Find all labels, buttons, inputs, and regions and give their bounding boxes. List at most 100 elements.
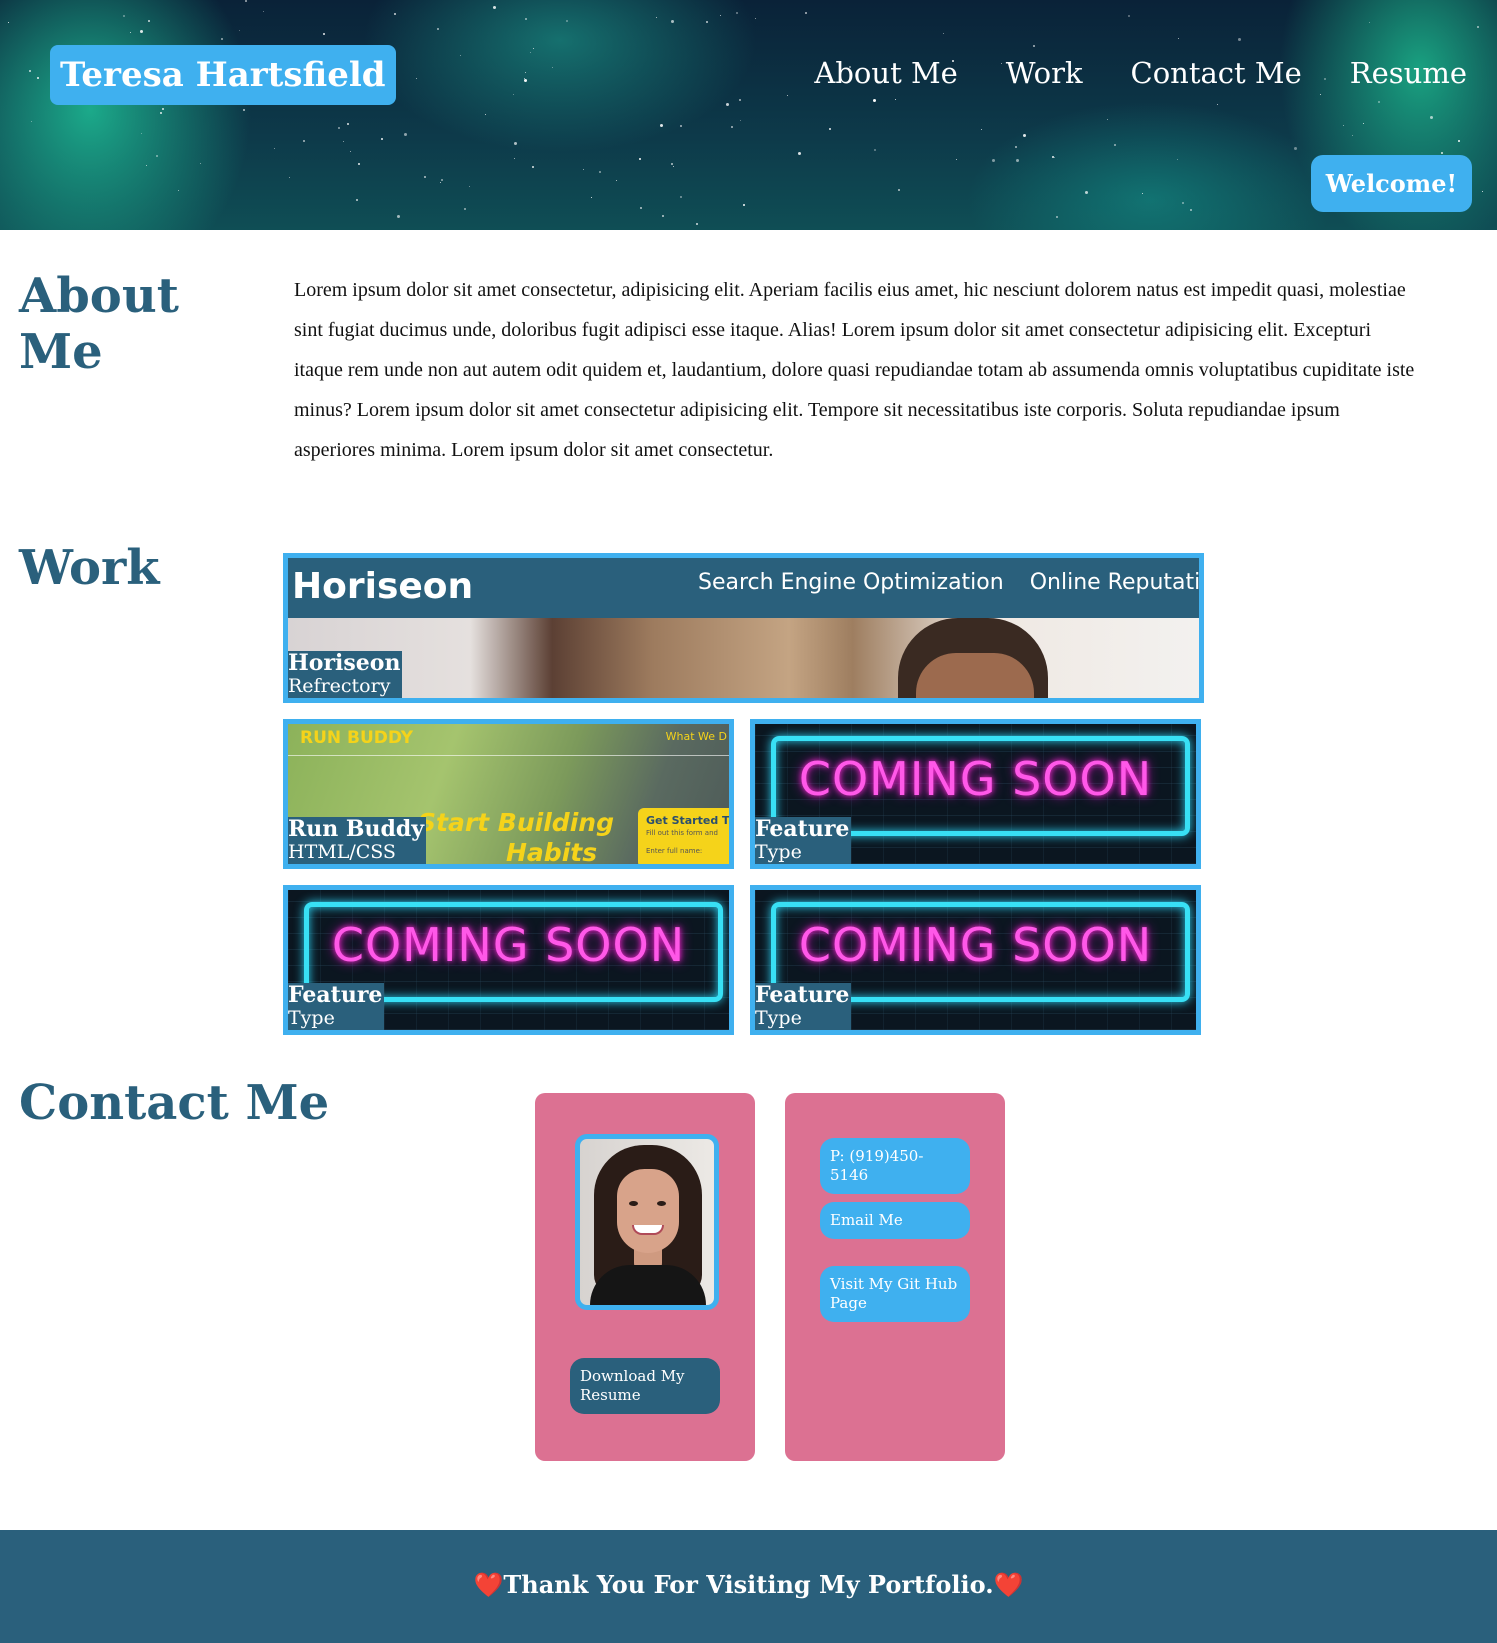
project-tile-feature-1[interactable]: COMING SOON Feature Type: [750, 719, 1201, 869]
star: [1178, 38, 1180, 40]
star: [380, 138, 383, 141]
star: [679, 124, 682, 127]
project-name: Feature: [288, 982, 383, 1008]
photo-face: [617, 1169, 679, 1253]
project-name: Horiseon: [288, 650, 401, 676]
star: [1177, 159, 1179, 161]
about-heading-line2: Me: [19, 324, 103, 380]
star: [1482, 190, 1484, 192]
project-type: Refrectory: [288, 675, 391, 697]
footer-text: Thank You For Visiting My Portfolio.: [503, 1570, 994, 1599]
welcome-badge: Welcome!: [1310, 155, 1472, 212]
project-name: Feature: [755, 982, 850, 1008]
star: [725, 103, 729, 107]
nav-link-about[interactable]: About Me: [814, 56, 957, 90]
horiseon-screenshot-nav-item: Search Engine Optimization: [698, 570, 1004, 595]
star: [525, 18, 528, 21]
star: [638, 157, 641, 160]
star: [415, 77, 417, 79]
horiseon-hero-face: [916, 653, 1034, 698]
project-label: Feature Type: [288, 982, 385, 1030]
star: [616, 180, 618, 182]
star: [162, 107, 165, 110]
star: [357, 162, 360, 165]
star: [238, 30, 240, 32]
download-resume-button[interactable]: Download My Resume: [570, 1358, 720, 1414]
star: [7, 21, 9, 23]
project-label: Feature Type: [755, 982, 852, 1030]
star: [221, 37, 224, 40]
photo-body: [590, 1265, 706, 1305]
star: [322, 32, 325, 35]
coming-soon-banner: COMING SOON: [798, 918, 1153, 972]
project-tile-run-buddy[interactable]: RUN BUDDY What We D Start Building Habit…: [283, 719, 734, 869]
star: [243, 109, 246, 112]
profile-card: Download My Resume: [535, 1093, 755, 1461]
project-tile-feature-3[interactable]: COMING SOON Feature Type: [750, 885, 1201, 1035]
star: [1085, 191, 1089, 195]
project-tile-feature-2[interactable]: COMING SOON Feature Type: [283, 885, 734, 1035]
photo-smile: [632, 1225, 664, 1235]
star: [140, 30, 143, 34]
star: [590, 196, 592, 198]
star: [1023, 133, 1027, 137]
star: [177, 190, 179, 192]
project-tile-horiseon[interactable]: Horiseon Search Engine Optimization Onlin…: [283, 553, 1204, 703]
star: [146, 164, 148, 166]
horiseon-screenshot-header: Horiseon Search Engine Optimization Onlin…: [288, 558, 1199, 618]
star: [397, 215, 401, 219]
star: [525, 72, 527, 74]
star: [655, 16, 657, 18]
star: [245, 0, 248, 3]
horiseon-screenshot-hero: [288, 618, 1199, 698]
star: [346, 123, 349, 126]
star: [337, 127, 340, 130]
star: [894, 98, 896, 100]
star: [403, 132, 407, 136]
star: [956, 159, 958, 161]
star: [738, 98, 741, 101]
star: [440, 182, 442, 184]
star: [468, 186, 470, 188]
star: [460, 54, 462, 56]
star: [786, 94, 788, 96]
site-footer: ❤️Thank You For Visiting My Portfolio.❤️: [0, 1530, 1497, 1643]
heart-icon: ❤️: [993, 1570, 1024, 1599]
star: [1237, 37, 1241, 41]
star: [1128, 15, 1131, 17]
horiseon-screenshot-logo: Horiseon: [292, 566, 474, 607]
star: [524, 78, 528, 82]
star: [1014, 145, 1017, 148]
star: [1457, 140, 1460, 143]
contact-links-card: P: (919)450-5146 Email Me Visit My Git H…: [785, 1093, 1005, 1461]
star: [1015, 159, 1019, 163]
star: [1032, 45, 1035, 48]
phone-button[interactable]: P: (919)450-5146: [820, 1138, 970, 1194]
star: [740, 119, 741, 121]
star: [671, 20, 675, 24]
star: [639, 207, 642, 210]
main-nav: About Me Work Contact Me Resume: [814, 56, 1467, 90]
nav-link-work[interactable]: Work: [1006, 56, 1083, 90]
site-brand[interactable]: Teresa Hartsfield: [50, 45, 396, 105]
email-button[interactable]: Email Me: [820, 1202, 970, 1239]
star: [1294, 147, 1298, 151]
star: [1113, 144, 1116, 147]
about-heading-line1: About: [19, 268, 179, 324]
star: [274, 147, 275, 149]
run-buddy-screenshot-header: RUN BUDDY What We D: [288, 724, 729, 756]
work-heading: Work: [19, 540, 160, 596]
star: [342, 141, 344, 143]
star: [992, 158, 996, 162]
run-buddy-headline-line1: Start Building: [418, 808, 614, 837]
nav-link-resume[interactable]: Resume: [1350, 56, 1467, 90]
nav-link-contact[interactable]: Contact Me: [1131, 56, 1302, 90]
star: [1320, 93, 1322, 95]
star: [36, 77, 39, 80]
star: [1142, 193, 1144, 195]
star: [1217, 103, 1219, 105]
star: [1181, 201, 1184, 204]
github-button[interactable]: Visit My Git Hub Page: [820, 1266, 970, 1322]
heart-icon: ❤️: [473, 1570, 504, 1599]
star: [679, 196, 682, 199]
